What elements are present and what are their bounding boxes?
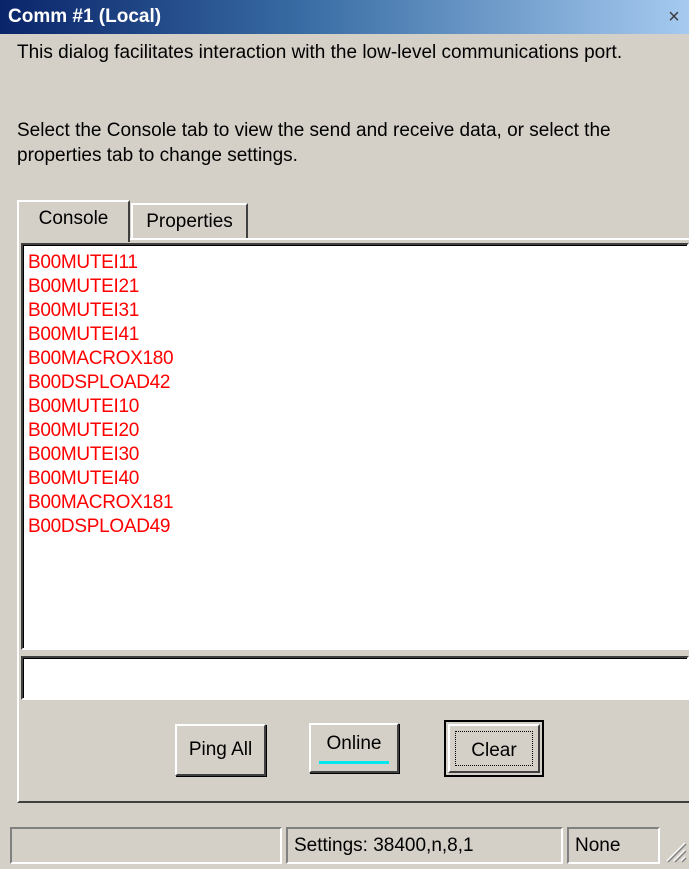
online-button[interactable]: Online <box>309 723 399 773</box>
online-indicator <box>319 761 389 764</box>
send-input[interactable] <box>21 656 689 700</box>
resize-grip-icon[interactable] <box>661 837 687 863</box>
console-log[interactable]: B00MUTEI11 B00MUTEI21 B00MUTEI31 B00MUTE… <box>21 243 689 650</box>
console-line: B00MUTEI11 <box>28 252 138 273</box>
console-line: B00DSPLOAD49 <box>28 516 171 537</box>
clear-button-label: Clear <box>455 731 533 766</box>
clear-button-face: Clear <box>448 724 540 773</box>
online-button-label: Online <box>326 733 382 754</box>
console-line: B00MUTEI20 <box>28 420 140 441</box>
console-line: B00MACROX180 <box>28 348 174 369</box>
window-title: Comm #1 (Local) <box>8 6 162 27</box>
console-line: B00MUTEI30 <box>28 444 140 465</box>
description-intro: This dialog facilitates interaction with… <box>17 42 623 63</box>
console-line: B00MACROX181 <box>28 492 174 513</box>
ping-all-button[interactable]: Ping All <box>175 724 266 776</box>
console-line: B00MUTEI31 <box>28 300 140 321</box>
console-line: B00DSPLOAD42 <box>28 372 171 393</box>
status-pane-general <box>10 827 282 864</box>
console-line: B00MUTEI41 <box>28 324 140 345</box>
close-icon[interactable]: × <box>663 6 685 28</box>
tab-properties[interactable]: Properties <box>131 203 248 238</box>
tab-console[interactable]: Console <box>17 200 130 242</box>
description-instructions: Select the Console tab to view the send … <box>17 120 611 166</box>
status-pane-handshake: None <box>567 827 660 864</box>
console-line: B00MUTEI21 <box>28 276 140 297</box>
status-pane-settings: Settings: 38400,n,8,1 <box>286 827 563 864</box>
console-line: B00MUTEI10 <box>28 396 140 417</box>
console-line: B00MUTEI40 <box>28 468 140 489</box>
clear-button[interactable]: Clear <box>444 720 544 777</box>
title-bar[interactable]: Comm #1 (Local) × <box>0 0 689 34</box>
